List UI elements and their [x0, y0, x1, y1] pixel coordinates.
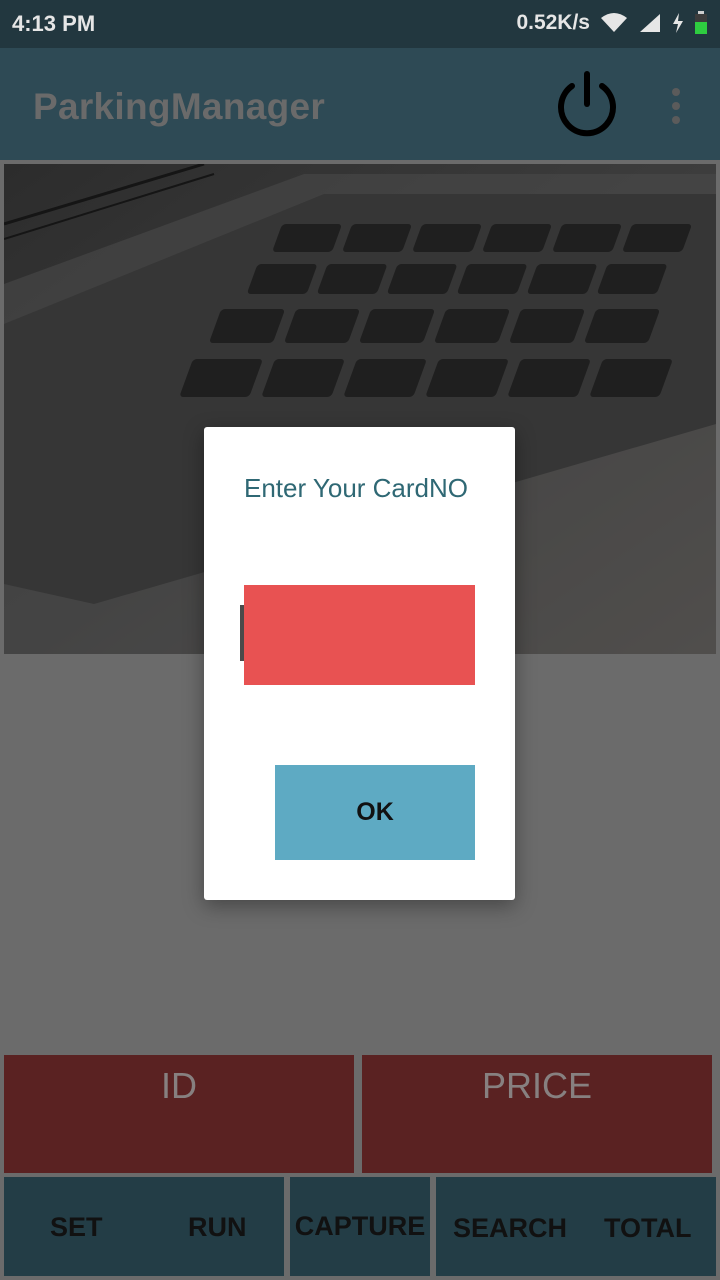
charging-icon — [673, 13, 683, 33]
network-speed: 0.52K/s — [516, 11, 590, 34]
more-vert-icon[interactable] — [662, 84, 690, 128]
card-number-input[interactable] — [244, 585, 475, 685]
status-bar: 4:13 PM 0.52K/s — [0, 0, 720, 48]
ok-label: OK — [356, 798, 394, 826]
wifi-icon — [601, 13, 627, 32]
status-right-group: 0.52K/s — [516, 11, 708, 35]
signal-icon — [640, 14, 660, 32]
id-header: ID — [161, 1065, 197, 1106]
run-button[interactable]: RUN — [188, 1212, 247, 1243]
card-dialog: Enter Your CardNO OK — [204, 427, 515, 900]
price-header: PRICE — [481, 1065, 593, 1106]
set-run-panel: SET RUN — [4, 1177, 284, 1276]
battery-icon — [695, 11, 707, 34]
ok-button[interactable]: OK — [275, 765, 475, 860]
dialog-title: Enter Your CardNO — [244, 473, 469, 503]
capture-label: CAPTURE — [294, 1211, 426, 1241]
id-cell: ID — [4, 1055, 354, 1173]
search-total-panel: SEARCH TOTAL — [436, 1177, 716, 1276]
power-icon[interactable] — [554, 70, 620, 140]
set-button[interactable]: SET — [50, 1212, 103, 1243]
capture-button[interactable]: CAPTURE — [290, 1177, 430, 1276]
app-title: ParkingManager — [33, 86, 326, 127]
total-button[interactable]: TOTAL — [604, 1213, 692, 1244]
price-cell: PRICE — [362, 1055, 712, 1173]
status-time: 4:13 PM — [12, 11, 96, 36]
search-button[interactable]: SEARCH — [453, 1213, 567, 1244]
